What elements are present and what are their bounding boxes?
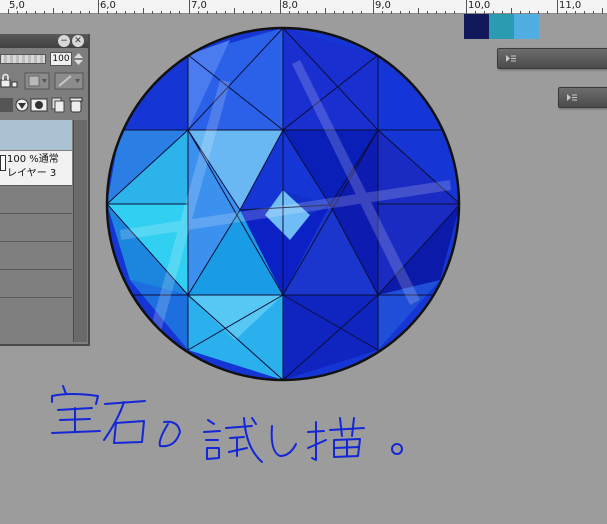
handwritten-caption-drawing xyxy=(51,385,403,463)
